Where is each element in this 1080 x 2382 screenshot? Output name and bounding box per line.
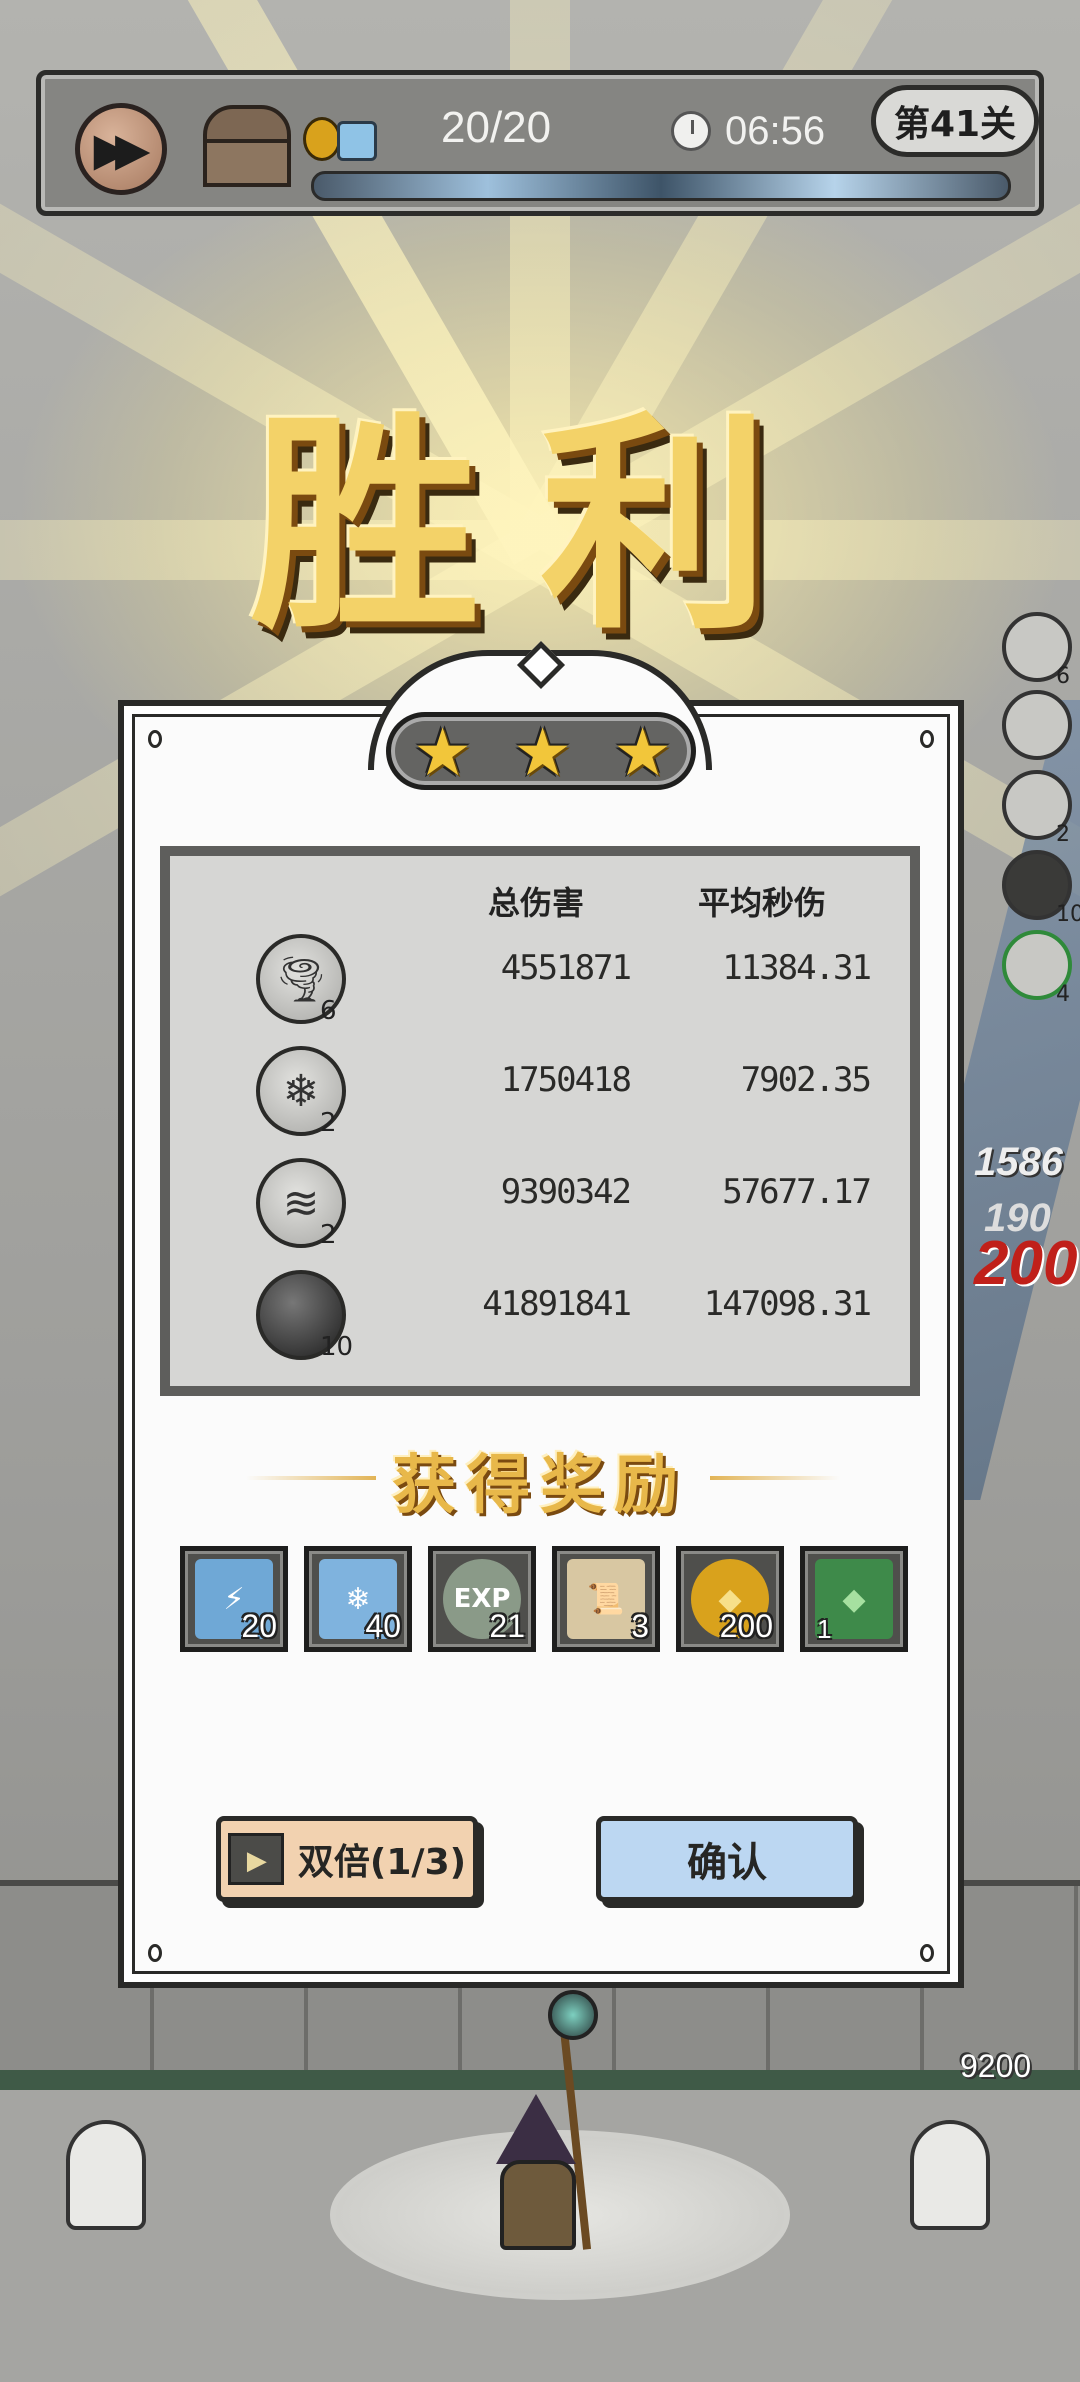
confirm-button-label: 确认 xyxy=(687,1840,767,1886)
wall-hp: 9200 xyxy=(960,2048,1032,2084)
star-rating: ★ ★ ★ xyxy=(386,712,696,790)
reward-item[interactable]: EXP 21 xyxy=(428,1546,536,1652)
reward-count: 1 xyxy=(817,1614,832,1644)
table-row: ❄ 2 1750418 7902.35 xyxy=(170,1046,910,1156)
double-button-label: 双倍(1/3) xyxy=(297,1842,467,1883)
total-damage-value: 4551871 xyxy=(500,948,632,988)
rivet xyxy=(920,730,934,748)
side-skill-crystal xyxy=(1002,690,1072,760)
wizard-hat xyxy=(496,2094,576,2164)
reward-item[interactable]: 📜 3 xyxy=(552,1546,660,1652)
wave-counter: 20/20 xyxy=(441,103,552,152)
double-reward-button[interactable]: 双倍(1/3) xyxy=(216,1816,478,1902)
total-damage-value: 1750418 xyxy=(500,1060,632,1100)
reward-count: 21 xyxy=(489,1608,525,1644)
reward-item[interactable]: ◆ 200 xyxy=(676,1546,784,1652)
reward-item[interactable]: ⚡ 20 xyxy=(180,1546,288,1652)
reward-count: 20 xyxy=(241,1608,277,1644)
rivet xyxy=(148,730,162,748)
skill-level: 10 xyxy=(320,1332,354,1362)
average-dps-value: 147098.31 xyxy=(703,1284,872,1324)
total-damage-value: 9390342 xyxy=(500,1172,632,1212)
fast-forward-button[interactable]: ▶▶ xyxy=(75,103,167,195)
side-skill-level: 6 xyxy=(1056,664,1070,689)
clock-icon xyxy=(671,111,711,151)
average-dps-value: 11384.31 xyxy=(722,948,872,988)
table-row: 🌪 6 4551871 11384.31 xyxy=(170,934,910,1044)
ally-ghost-left xyxy=(66,2120,146,2230)
fast-forward-icon: ▶▶ xyxy=(93,122,151,176)
average-dps-value: 7902.35 xyxy=(740,1060,872,1100)
video-ad-icon xyxy=(227,1833,284,1885)
header-average-dps: 平均秒伤 xyxy=(698,884,827,922)
coin-icon xyxy=(303,117,341,161)
reward-count: 200 xyxy=(719,1608,773,1644)
total-damage-value: 41891841 xyxy=(482,1284,632,1324)
reward-count: 3 xyxy=(631,1608,649,1644)
star-icon: ★ xyxy=(613,714,673,791)
victory-title: 胜利 xyxy=(250,391,830,661)
header-total-damage: 总伤害 xyxy=(488,884,585,922)
skill-level: 2 xyxy=(320,1108,337,1138)
damage-stats-table: 总伤害 平均秒伤 🌪 6 4551871 11384.31 ❄ 2 175041… xyxy=(160,846,920,1396)
side-skill-level: 4 xyxy=(1056,982,1070,1007)
floating-damage-critical: 200 xyxy=(974,1229,1078,1298)
wave-progress-bar xyxy=(311,171,1011,201)
average-dps-value: 57677.17 xyxy=(722,1172,872,1212)
side-skill-level: 2 xyxy=(1056,822,1070,847)
reward-count: 40 xyxy=(365,1608,401,1644)
ally-ghost-right xyxy=(910,2120,990,2230)
rivet xyxy=(920,1944,934,1962)
ice-gem-icon xyxy=(337,121,377,161)
floating-damage: 1586 xyxy=(974,1140,1063,1184)
wizard-character xyxy=(500,2160,576,2250)
top-status-bar: ▶▶ 20/20 06:56 第41关 xyxy=(36,70,1044,216)
staff-orb xyxy=(548,1990,598,2040)
confirm-button[interactable]: 确认 xyxy=(596,1816,858,1902)
skill-level: 2 xyxy=(320,1220,337,1250)
table-row: ≋ 2 9390342 57677.17 xyxy=(170,1158,910,1268)
battle-timer: 06:56 xyxy=(725,109,826,153)
skill-level: 6 xyxy=(320,996,337,1026)
table-row: 10 41891841 147098.31 xyxy=(170,1270,910,1380)
treasure-chest-icon[interactable] xyxy=(199,105,295,187)
star-icon: ★ xyxy=(513,714,573,791)
rivet xyxy=(148,1944,162,1962)
reward-item[interactable]: ❄ 40 xyxy=(304,1546,412,1652)
reward-item[interactable]: ◆ 1 xyxy=(800,1546,908,1652)
rewards-title: 获得奖励 xyxy=(392,1448,688,1523)
level-badge: 第41关 xyxy=(871,85,1039,157)
side-skill-level: 10 xyxy=(1056,902,1080,927)
star-icon: ★ xyxy=(413,714,473,791)
